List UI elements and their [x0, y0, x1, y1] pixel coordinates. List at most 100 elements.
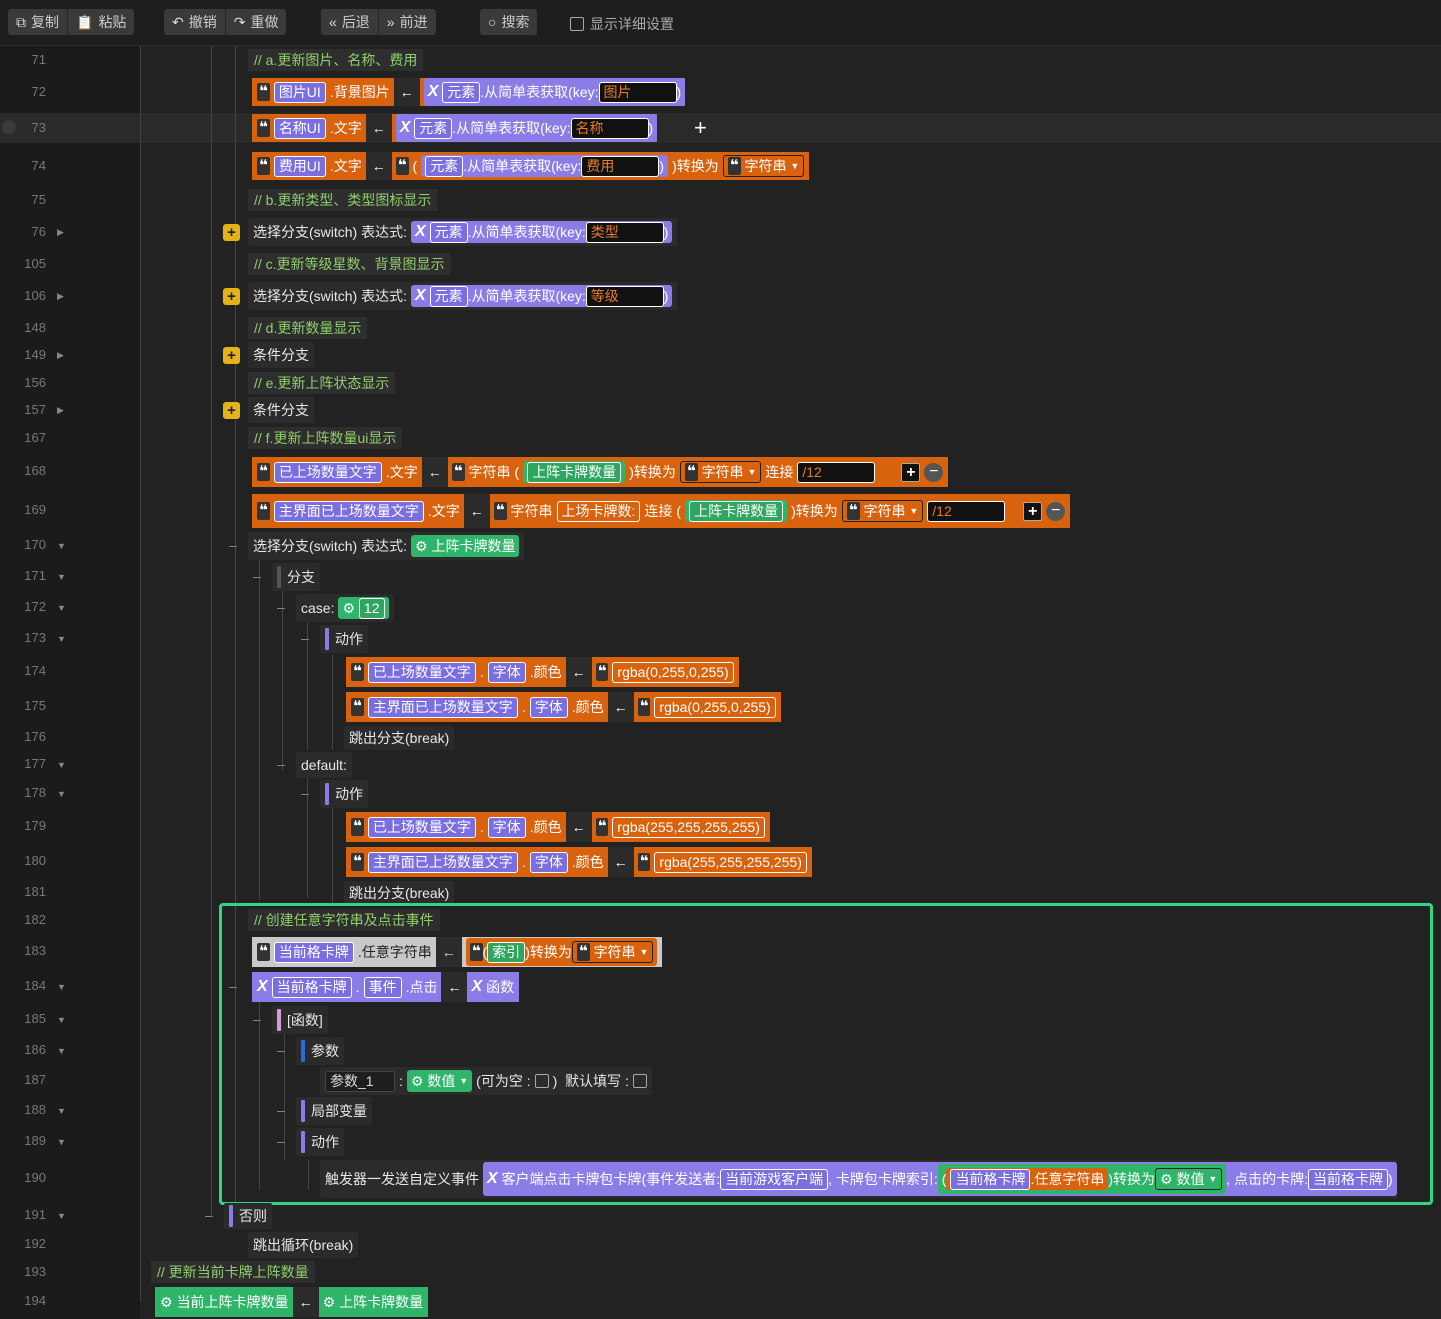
type-select[interactable]: ⚙ 数值 ▼: [1155, 1168, 1223, 1190]
convert-expression[interactable]: (当前格卡牌 .任意字符串)转换为 ⚙ 数值 ▼: [937, 1164, 1227, 1194]
element-chip[interactable]: 元素: [429, 221, 468, 243]
card-string-expression[interactable]: 当前格卡牌 .任意字符串: [946, 1168, 1109, 1190]
rhs-variable[interactable]: 上阵卡牌数量: [339, 1292, 423, 1312]
variable-chip[interactable]: 当前格卡牌: [271, 976, 352, 998]
fold-arrow-icon[interactable]: ▼: [57, 572, 66, 582]
copy-button[interactable]: ⧉ 复制: [8, 9, 68, 35]
local-vars-block[interactable]: 局部变量: [296, 1097, 372, 1125]
if-branch[interactable]: 条件分支: [248, 397, 314, 423]
event-assign-statement[interactable]: X 当前格卡牌. 事件 .点击 ← X 函数: [252, 972, 520, 1002]
collapse-dash-icon[interactable]: –: [301, 785, 309, 801]
collapse-dash-icon[interactable]: –: [301, 630, 309, 646]
collapse-dash-icon[interactable]: –: [277, 756, 285, 772]
default-fill-checkbox[interactable]: [632, 1074, 647, 1088]
break-statement[interactable]: 跳出分支(break): [344, 726, 455, 750]
collapse-dash-icon[interactable]: –: [229, 978, 237, 994]
fold-arrow-icon[interactable]: ▼: [57, 603, 66, 613]
string-literal-input[interactable]: 上场卡牌数:: [556, 500, 641, 522]
comment-line[interactable]: // c.更新等级星数、背景图显示: [248, 253, 451, 275]
element-chip[interactable]: 元素: [425, 155, 464, 177]
type-select[interactable]: ❝ 字符串 ▼: [679, 461, 762, 483]
branch-block[interactable]: 分支: [272, 563, 320, 591]
if-branch[interactable]: 条件分支: [248, 342, 314, 368]
collapse-dash-icon[interactable]: –: [277, 1133, 285, 1149]
element-chip[interactable]: 元素: [429, 285, 468, 307]
number-variable-chip[interactable]: 上阵卡牌数量: [527, 461, 622, 483]
color-value-input[interactable]: rgba(255,255,255,255): [654, 851, 807, 873]
type-select[interactable]: ❝ 字符串 ▼: [722, 155, 805, 177]
expression-block[interactable]: 元素 .从简单表获取(key: 费用): [421, 155, 669, 177]
fold-arrow-icon[interactable]: ▼: [57, 1211, 66, 1221]
variable-chip[interactable]: 当前格卡牌: [273, 941, 354, 963]
remove-button[interactable]: −: [924, 462, 944, 482]
forward-button[interactable]: » 前进: [379, 9, 436, 35]
collapse-dash-icon[interactable]: –: [253, 568, 261, 584]
switch-statement[interactable]: 选择分支(switch) 表达式: X 元素 .从简单表获取(key: 类型): [248, 218, 678, 246]
else-block[interactable]: 否则: [224, 1203, 272, 1229]
add-icon[interactable]: +: [694, 115, 707, 141]
action-block[interactable]: 动作: [320, 780, 368, 808]
details-toggle[interactable]: 显示详细设置: [570, 14, 674, 34]
number-expression[interactable]: ⚙ 上阵卡牌数量: [411, 535, 520, 557]
collapse-dash-icon[interactable]: –: [229, 537, 237, 553]
expression-block[interactable]: X 元素 .从简单表获取(key: 类型): [411, 221, 673, 243]
params-block[interactable]: 参数: [296, 1037, 344, 1065]
variable-chip[interactable]: 已上场数量文字: [273, 461, 382, 483]
collapse-dash-icon[interactable]: –: [277, 599, 285, 615]
card-chip[interactable]: 当前格卡牌: [1307, 1168, 1388, 1190]
event-expression[interactable]: X 客户端点击卡牌包卡牌(事件发送者: 当前游戏客户端 , 卡牌包卡牌索引: (…: [483, 1162, 1397, 1196]
comment-line[interactable]: // 创建任意字符串及点击事件: [248, 909, 440, 931]
index-variable-chip[interactable]: 索引: [487, 941, 526, 963]
number-variable-chip[interactable]: 上阵卡牌数量: [689, 500, 784, 522]
assign-statement[interactable]: ❝ 主界面已上场数量文字 .文字 ← ❝ 字符串 上场卡牌数: 连接( 上阵卡牌…: [252, 494, 1071, 528]
fold-arrow-icon[interactable]: ▶: [57, 350, 64, 361]
param-definition[interactable]: 参数_1: ⚙ 数值 ▼ (可为空 :) 默认填写 :: [320, 1067, 652, 1095]
function-block[interactable]: [函数]: [272, 1006, 328, 1034]
variable-chip[interactable]: 名称UI: [273, 117, 326, 139]
default-block[interactable]: default:: [296, 752, 352, 778]
fold-arrow-icon[interactable]: ▼: [57, 789, 66, 799]
type-select[interactable]: ❝ 字符串 ▼: [571, 941, 654, 963]
variable-chip[interactable]: 已上场数量文字: [367, 816, 476, 838]
variable-chip[interactable]: 主界面已上场数量文字: [273, 500, 424, 522]
search-button[interactable]: ○ 搜索: [480, 9, 537, 35]
nullable-checkbox[interactable]: [534, 1074, 549, 1088]
expand-plus-icon[interactable]: +: [223, 347, 240, 364]
comment-line[interactable]: // e.更新上阵状态显示: [248, 372, 396, 394]
action-block[interactable]: 动作: [320, 625, 368, 653]
element-chip[interactable]: 元素: [414, 117, 453, 139]
comment-line[interactable]: // b.更新类型、类型图标显示: [248, 189, 438, 211]
assign-statement[interactable]: ❝ 已上场数量文字. 字体 .颜色 ← ❝ rgba(0,255,0,255): [346, 657, 739, 687]
comment-line[interactable]: // d.更新数量显示: [248, 317, 368, 339]
fold-arrow-icon[interactable]: ▶: [57, 405, 64, 416]
assign-statement[interactable]: ❝ 名称UI .文字 ← X 元素 .从简单表获取(key: 名称): [252, 114, 658, 142]
key-input[interactable]: 图片: [598, 81, 677, 103]
font-chip[interactable]: 字体: [529, 696, 568, 718]
sender-chip[interactable]: 当前游戏客户端: [720, 1168, 829, 1190]
action-block[interactable]: 动作: [296, 1128, 344, 1156]
color-value-input[interactable]: rgba(255,255,255,255): [612, 816, 765, 838]
param-type-select[interactable]: ⚙ 数值 ▼: [406, 1070, 473, 1092]
switch-statement[interactable]: 选择分支(switch) 表达式: X 元素 .从简单表获取(key: 等级): [248, 282, 678, 310]
assign-statement[interactable]: ❝ 已上场数量文字 .文字 ← ❝ 字符串( 上阵卡牌数量 )转换为 ❝ 字符串…: [252, 457, 949, 487]
collapse-dash-icon[interactable]: –: [277, 1102, 285, 1118]
expression-block[interactable]: X 元素 .从简单表获取(key: 图片): [423, 78, 686, 106]
fold-arrow-icon[interactable]: ▼: [57, 982, 66, 992]
break-loop-statement[interactable]: 跳出循环(break): [248, 1232, 359, 1258]
assign-statement[interactable]: ❝ 当前格卡牌 .任意字符串 ← ❝(索引)转换为 ❝ 字符串 ▼: [252, 937, 663, 967]
case-block[interactable]: case: ⚙ 12: [296, 594, 394, 622]
fold-arrow-icon[interactable]: ▼: [57, 1046, 66, 1056]
key-input[interactable]: 等级: [585, 285, 664, 307]
type-select[interactable]: ❝ 字符串 ▼: [841, 500, 924, 522]
font-chip[interactable]: 字体: [487, 661, 526, 683]
back-button[interactable]: «后退: [321, 9, 379, 35]
variable-chip[interactable]: 当前格卡牌: [950, 1168, 1031, 1190]
assign-statement[interactable]: ⚙ 当前上阵卡牌数量 ← ⚙ 上阵卡牌数量: [155, 1287, 429, 1317]
number-expression[interactable]: 上阵卡牌数量: [523, 461, 626, 483]
key-input[interactable]: 费用: [581, 155, 660, 177]
collapse-dash-icon[interactable]: –: [277, 1042, 285, 1058]
convert-expression[interactable]: ❝(索引)转换为 ❝ 字符串 ▼: [465, 938, 658, 966]
variable-chip[interactable]: 主界面已上场数量文字: [367, 696, 518, 718]
number-expression[interactable]: ⚙ 12: [338, 597, 389, 619]
font-chip[interactable]: 字体: [529, 851, 568, 873]
